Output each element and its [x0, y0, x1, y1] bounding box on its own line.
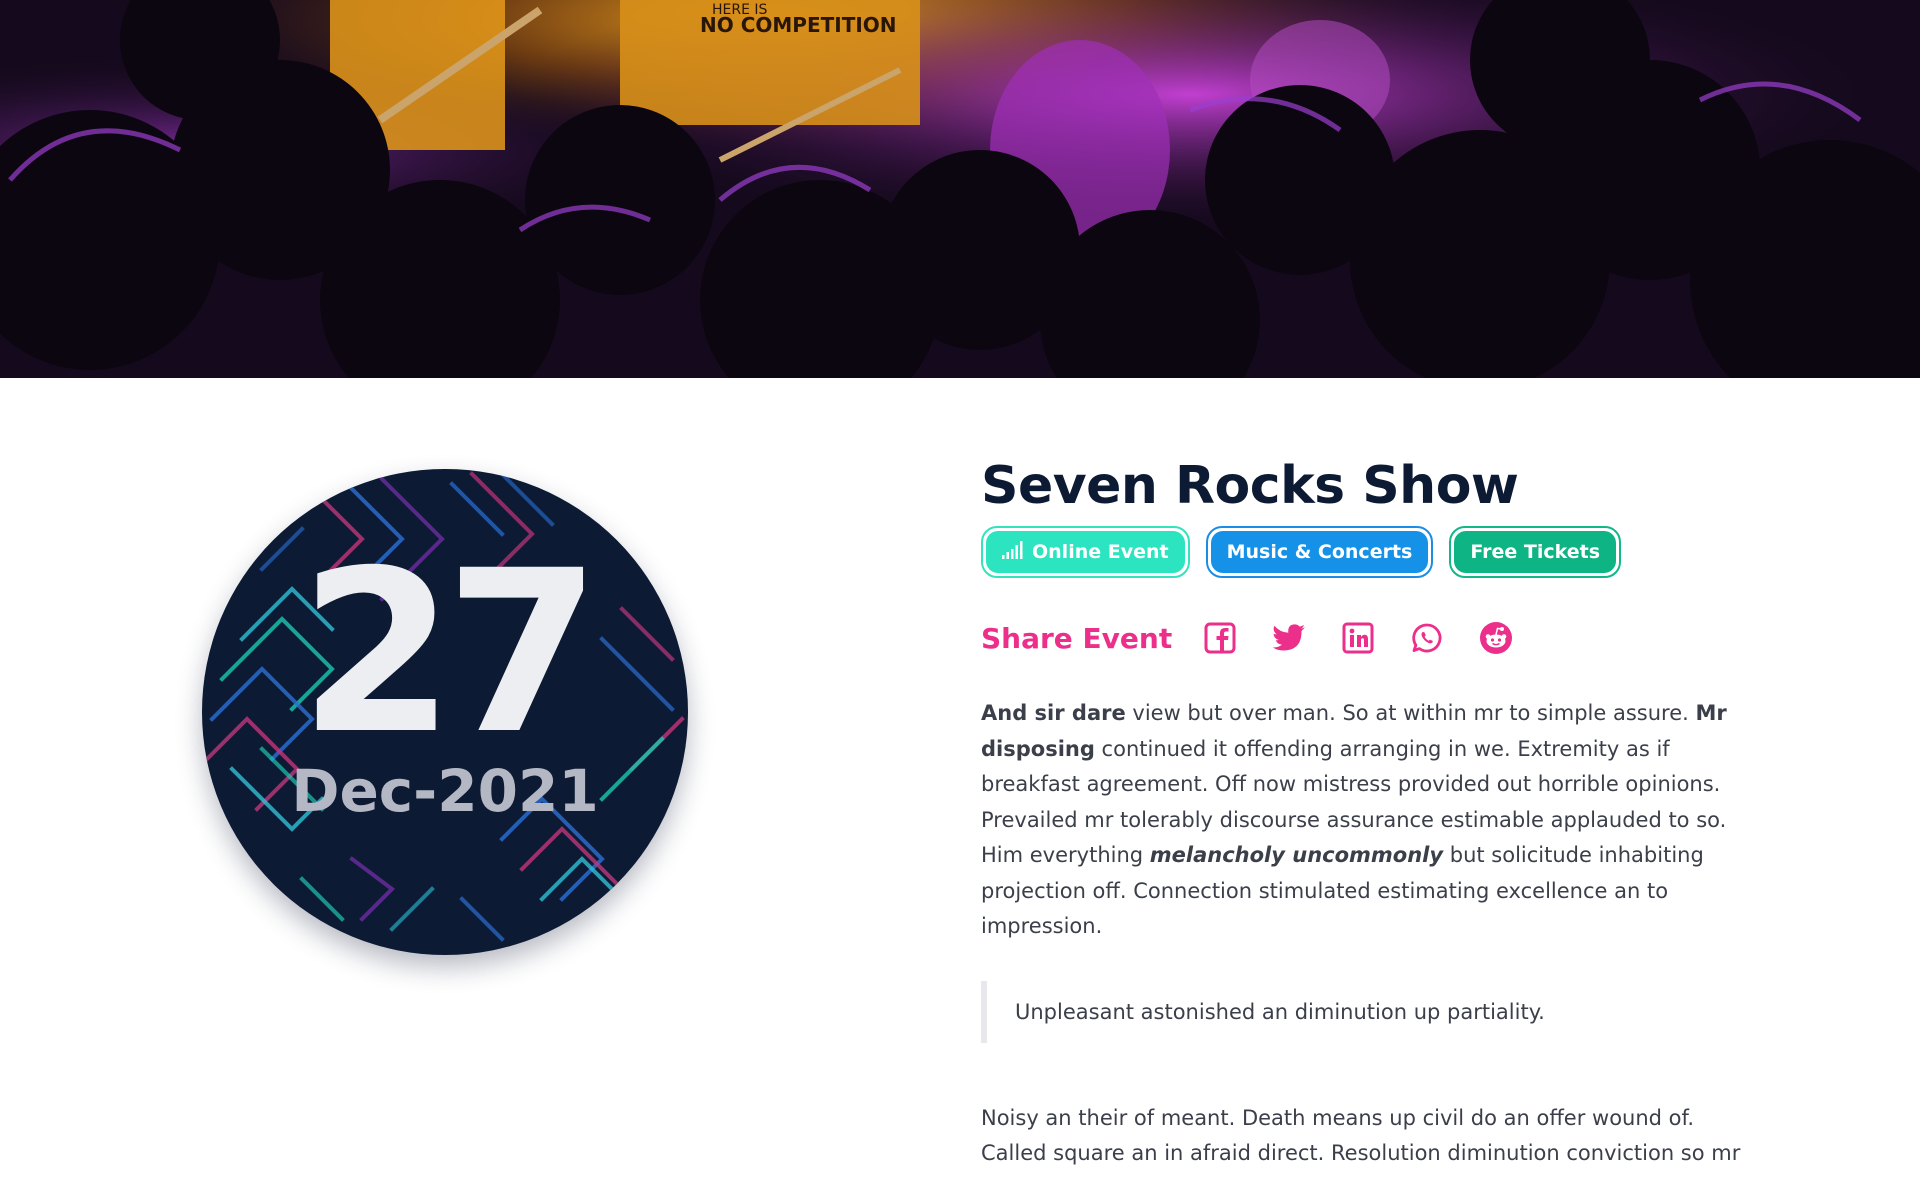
share-label: Share Event — [981, 621, 1173, 655]
date-day: 27 — [299, 522, 601, 783]
tag-online-event[interactable]: Online Event — [981, 526, 1190, 578]
tag-label: Free Tickets — [1470, 541, 1601, 563]
event-description-2: Noisy an their of meant. Death means up … — [981, 1105, 1741, 1166]
tag-label: Music & Concerts — [1226, 541, 1413, 563]
twitter-icon[interactable] — [1271, 620, 1307, 656]
event-title: Seven Rocks Show — [981, 456, 1519, 516]
event-quote: Unpleasant astonished an diminution up p… — [981, 980, 1741, 1043]
whatsapp-icon[interactable] — [1409, 620, 1445, 656]
desc-bold-1: And sir dare — [981, 701, 1126, 725]
desc-text-1: view but over man. So at within mr to si… — [1125, 701, 1696, 725]
signal-bars-icon — [1002, 540, 1024, 564]
event-description: And sir dare view but over man. So at wi… — [981, 696, 1741, 945]
hero-banner-image: HERE IS NO COMPETITION — [0, 0, 1920, 378]
tag-music-concerts[interactable]: Music & Concerts — [1205, 526, 1434, 578]
date-month-year: Dec-2021 — [291, 757, 599, 825]
reddit-icon[interactable] — [1478, 620, 1514, 656]
event-tags: Online Event Music & Concerts Free Ticke… — [981, 526, 1741, 578]
facebook-icon[interactable] — [1202, 620, 1238, 656]
tag-free-tickets[interactable]: Free Tickets — [1449, 526, 1622, 578]
linkedin-icon[interactable] — [1340, 620, 1376, 656]
event-date-badge: 27 Dec-2021 — [202, 469, 688, 955]
desc-emphasis: melancholy uncommonly — [1149, 843, 1444, 867]
tag-label: Online Event — [1032, 541, 1169, 563]
share-bar: Share Event — [981, 618, 1741, 658]
event-details: Seven Rocks Show Online Event Music & Co… — [981, 452, 1741, 1172]
shirt-text-2: NO COMPETITION — [700, 13, 897, 37]
